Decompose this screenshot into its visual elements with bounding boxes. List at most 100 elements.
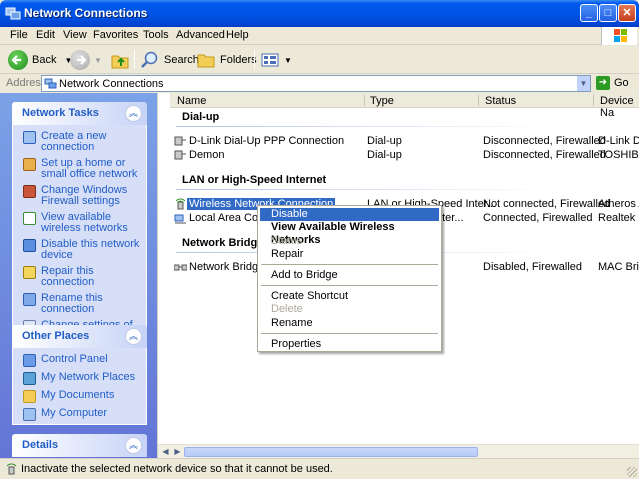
lan-connection-icon: [174, 214, 186, 224]
column-divider[interactable]: [593, 95, 594, 106]
network-connections-icon: [5, 7, 21, 20]
minimize-button[interactable]: _: [580, 4, 598, 22]
menu-view-wireless-networks[interactable]: View Available Wireless Networks: [260, 221, 439, 246]
connection-status: Disconnected, Firewalled: [483, 135, 606, 147]
connection-status: Not connected, Firewalled: [483, 198, 611, 210]
menu-tools[interactable]: Tools: [143, 29, 169, 41]
menu-separator: [261, 264, 438, 265]
disable-device-icon: [23, 239, 36, 252]
connection-device: MAC Bridg: [598, 261, 639, 273]
up-folder-button[interactable]: [110, 49, 130, 71]
address-input[interactable]: Network Connections ▼: [41, 75, 591, 92]
network-tasks-panel: Network Tasks ︽ Create a new connection …: [12, 102, 147, 342]
network-connections-icon: [44, 78, 57, 89]
scroll-thumb[interactable]: [184, 447, 478, 457]
task-label: Rename this connection: [41, 292, 103, 315]
title-bar[interactable]: Network Connections _ □ ✕: [0, 0, 639, 27]
forward-dropdown-icon[interactable]: ▼: [94, 56, 102, 65]
other-places-header[interactable]: Other Places ︽: [12, 325, 147, 348]
scroll-right-icon[interactable]: ▶: [171, 446, 184, 458]
go-arrow-icon: ➜: [596, 76, 610, 90]
column-status[interactable]: Status: [485, 95, 516, 107]
menu-properties[interactable]: Properties: [260, 338, 439, 351]
address-dropdown-icon[interactable]: ▼: [576, 76, 590, 91]
toolbar: Back ▼ ▼ Search Folders ▼: [0, 45, 639, 74]
views-dropdown-icon[interactable]: ▼: [284, 56, 292, 65]
group-divider: [176, 126, 556, 127]
menu-view[interactable]: View: [63, 29, 87, 41]
collapse-chevron-icon[interactable]: ︽: [125, 105, 142, 122]
connection-device: Atheros A: [598, 198, 639, 210]
menu-add-to-bridge[interactable]: Add to Bridge: [260, 269, 439, 282]
collapse-chevron-icon[interactable]: ︽: [125, 437, 142, 454]
menu-repair[interactable]: Repair: [260, 248, 439, 261]
place-label: My Documents: [41, 389, 115, 401]
collapse-chevron-icon[interactable]: ︽: [125, 328, 142, 345]
column-divider[interactable]: [364, 95, 365, 106]
views-icon: [261, 53, 279, 67]
maximize-button[interactable]: □: [599, 4, 617, 22]
menu-edit[interactable]: Edit: [36, 29, 55, 41]
task-home-network[interactable]: Set up a home or small office network: [23, 158, 140, 180]
task-label: Create a new connection: [41, 130, 107, 153]
horizontal-scrollbar[interactable]: ◀ ▶: [158, 444, 639, 458]
connection-device: Realtek RT: [598, 212, 639, 224]
network-tasks-title: Network Tasks: [22, 107, 99, 119]
firewall-icon: [23, 185, 36, 198]
close-button[interactable]: ✕: [618, 4, 636, 22]
task-firewall-settings[interactable]: Change Windows Firewall settings: [23, 185, 140, 207]
details-header[interactable]: Details ︽: [12, 434, 147, 457]
menu-file[interactable]: File: [10, 29, 28, 41]
up-folder-icon: [111, 55, 129, 69]
menu-create-shortcut[interactable]: Create Shortcut: [260, 290, 439, 303]
forward-button[interactable]: ▼: [70, 49, 102, 71]
menu-disable[interactable]: Disable: [260, 208, 439, 221]
menu-favorites[interactable]: Favorites: [93, 29, 138, 41]
group-header-dialup: Dial-up: [182, 111, 220, 123]
menu-separator: [261, 285, 438, 286]
column-divider[interactable]: [478, 95, 479, 106]
list-item[interactable]: Demon Dial-up Disconnected, Firewalled T…: [174, 148, 639, 162]
column-type[interactable]: Type: [370, 95, 394, 107]
folders-button[interactable]: Folders: [196, 49, 257, 71]
connection-device: TOSHIBA S: [598, 149, 639, 161]
views-button[interactable]: ▼: [260, 49, 292, 71]
place-my-computer[interactable]: My Computer: [23, 408, 140, 421]
menu-bar: File Edit View Favorites Tools Advanced …: [0, 27, 639, 45]
back-arrow-icon: [8, 50, 28, 70]
details-title: Details: [22, 439, 59, 451]
task-create-connection[interactable]: Create a new connection: [23, 131, 140, 153]
control-panel-icon: [23, 354, 36, 367]
windows-flag-logo: [601, 27, 637, 45]
menu-rename[interactable]: Rename: [260, 317, 439, 330]
place-my-documents[interactable]: My Documents: [23, 390, 140, 403]
connection-type: Dial-up: [367, 135, 402, 147]
network-tasks-header[interactable]: Network Tasks ︽: [12, 102, 147, 125]
search-button[interactable]: Search: [140, 49, 199, 71]
computer-icon: [23, 408, 36, 421]
list-item[interactable]: D-Link Dial-Up PPP Connection Dial-up Di…: [174, 134, 639, 148]
dialup-connection-icon: [174, 136, 186, 146]
dialup-connection-icon: [174, 150, 186, 160]
connection-status: Connected, Firewalled: [483, 212, 593, 224]
forward-arrow-icon: [70, 50, 90, 70]
task-disable-device[interactable]: Disable this network device: [23, 239, 140, 261]
task-view-wireless[interactable]: View available wireless networks: [23, 212, 140, 234]
place-control-panel[interactable]: Control Panel: [23, 354, 140, 367]
task-rename-connection[interactable]: Rename this connection: [23, 293, 140, 315]
back-label: Back: [32, 54, 57, 66]
back-button[interactable]: Back ▼: [8, 49, 72, 71]
task-repair-connection[interactable]: Repair this connection: [23, 266, 140, 288]
resize-grip[interactable]: [627, 467, 637, 477]
go-button[interactable]: ➜ Go: [596, 76, 629, 90]
column-name[interactable]: Name: [177, 95, 206, 107]
column-device-name[interactable]: Device Na: [600, 95, 639, 119]
task-label: Repair this connection: [41, 265, 95, 288]
task-pane: Network Tasks ︽ Create a new connection …: [0, 93, 157, 458]
place-my-network-places[interactable]: My Network Places: [23, 372, 140, 385]
menu-status: Status: [271, 235, 303, 247]
menu-advanced[interactable]: Advanced: [176, 29, 225, 41]
connection-type: Dial-up: [367, 149, 402, 161]
group-header-bridge: Network Bridge: [182, 237, 264, 249]
menu-help[interactable]: Help: [226, 29, 249, 41]
